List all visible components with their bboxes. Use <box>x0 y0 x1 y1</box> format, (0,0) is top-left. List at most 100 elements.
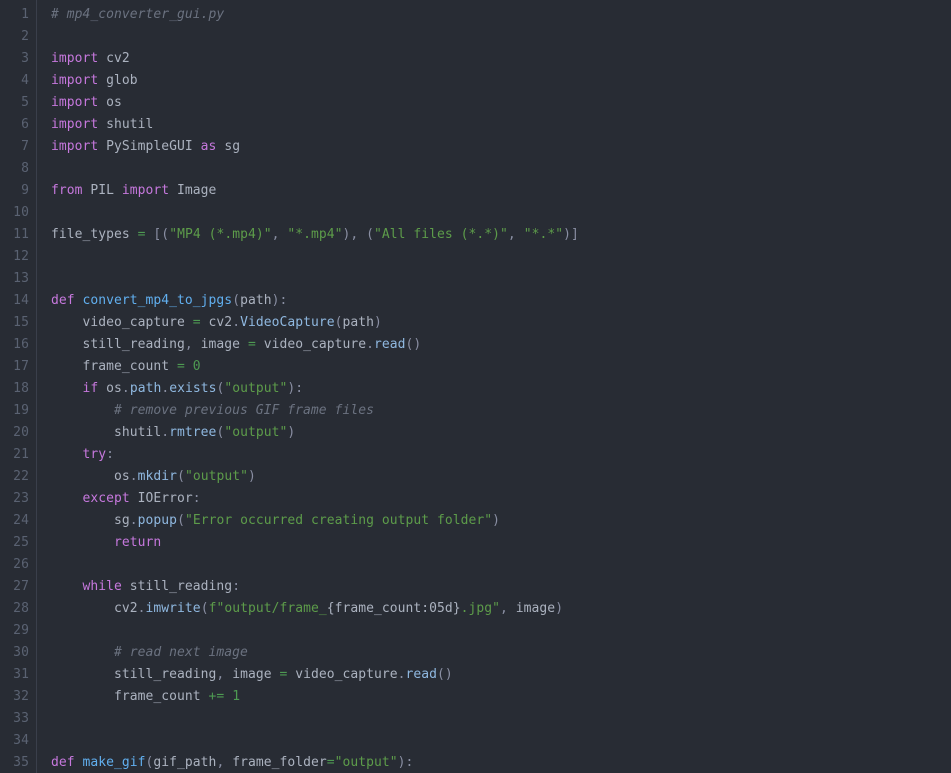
token-pun: . <box>397 667 406 682</box>
code-line[interactable] <box>51 620 951 642</box>
token-pun: ) <box>492 513 501 528</box>
token-id <box>51 381 83 396</box>
token-pun: : <box>232 579 241 594</box>
code-line[interactable]: def convert_mp4_to_jpgs(path): <box>51 290 951 312</box>
line-number: 19 <box>13 403 29 418</box>
code-line[interactable]: try: <box>51 444 951 466</box>
code-line[interactable]: import shutil <box>51 114 951 136</box>
token-mth: imwrite <box>145 601 201 616</box>
line-number: 23 <box>13 491 29 506</box>
code-line[interactable]: # remove previous GIF frame files <box>51 400 951 422</box>
line-number-gutter: 1 2 3 4 5 6 7 8 9 10 11 12 13 14 15 16 17 18 19 20 21 22 23 24 2… <box>0 0 37 773</box>
token-id <box>51 491 83 506</box>
token-id: still_reading <box>51 337 185 352</box>
code-editor[interactable]: 1 2 3 4 5 6 7 8 9 10 11 12 13 14 15 16 17 18 19 20 21 22 23 24 2… <box>0 0 951 773</box>
line-number: 26 <box>13 557 29 572</box>
token-id: shutil <box>98 117 154 132</box>
token-op: = <box>137 227 146 242</box>
code-line[interactable]: shutil.rmtree("output") <box>51 422 951 444</box>
line-number: 5 <box>21 95 29 110</box>
code-line[interactable]: import cv2 <box>51 48 951 70</box>
code-line[interactable] <box>51 730 951 752</box>
token-cmt: # remove previous GIF frame files <box>114 403 374 418</box>
code-line[interactable]: frame_count += 1 <box>51 686 951 708</box>
code-line[interactable]: file_types = [("MP4 (*.mp4)", "*.mp4"), … <box>51 224 951 246</box>
token-id: cv2 <box>51 601 138 616</box>
token-pun: ) <box>247 469 256 484</box>
code-line[interactable]: still_reading, image = video_capture.rea… <box>51 334 951 356</box>
line-number: 20 <box>13 425 29 440</box>
code-line[interactable]: sg.popup("Error occurred creating output… <box>51 510 951 532</box>
token-pun: , <box>184 337 201 352</box>
code-line[interactable] <box>51 268 951 290</box>
token-op: += <box>208 689 225 704</box>
code-line[interactable] <box>51 26 951 48</box>
token-str: "output" <box>224 381 288 396</box>
token-id: still_reading <box>51 667 217 682</box>
line-number: 33 <box>13 711 29 726</box>
line-number: 7 <box>21 139 29 154</box>
token-id <box>51 579 83 594</box>
code-line[interactable] <box>51 158 951 180</box>
token-op: = <box>326 755 335 770</box>
token-str: "All files (*.*)" <box>374 227 508 242</box>
line-number: 1 <box>21 7 29 22</box>
line-number: 28 <box>13 601 29 616</box>
code-line[interactable]: return <box>51 532 951 554</box>
code-line[interactable] <box>51 246 951 268</box>
code-line[interactable]: if os.path.exists("output"): <box>51 378 951 400</box>
token-id: image <box>200 337 248 352</box>
code-line[interactable]: still_reading, image = video_capture.rea… <box>51 664 951 686</box>
code-line[interactable]: from PIL import Image <box>51 180 951 202</box>
code-line[interactable] <box>51 708 951 730</box>
token-pun: ): <box>287 381 304 396</box>
line-number: 11 <box>13 227 29 242</box>
token-str: "MP4 (*.mp4)" <box>169 227 272 242</box>
token-id <box>51 403 114 418</box>
token-pun: . <box>137 601 146 616</box>
token-num: 0 <box>184 359 201 374</box>
code-line[interactable]: def make_gif(gif_path, frame_folder="out… <box>51 752 951 773</box>
line-number: 24 <box>13 513 29 528</box>
token-pun: ) <box>287 425 296 440</box>
token-pun: . <box>366 337 374 352</box>
code-line[interactable]: import glob <box>51 70 951 92</box>
code-line[interactable]: import PySimpleGUI as sg <box>51 136 951 158</box>
line-number: 9 <box>21 183 29 198</box>
token-id: glob <box>98 73 138 88</box>
token-mth: path <box>129 381 162 396</box>
code-line[interactable]: frame_count = 0 <box>51 356 951 378</box>
token-cmt: # read next image <box>114 645 248 660</box>
token-pun: , <box>271 227 288 242</box>
code-line[interactable]: # mp4_converter_gui.py <box>51 4 951 26</box>
code-content-area[interactable]: # mp4_converter_gui.py import cv2 import … <box>37 0 951 773</box>
token-id <box>51 645 114 660</box>
code-line[interactable]: cv2.imwrite(f"output/frame_{frame_count:… <box>51 598 951 620</box>
code-line[interactable] <box>51 554 951 576</box>
code-line[interactable]: while still_reading: <box>51 576 951 598</box>
token-op: = <box>177 359 185 374</box>
token-id: frame_count <box>51 359 178 374</box>
code-line[interactable] <box>51 202 951 224</box>
token-pun: ( <box>232 293 241 308</box>
code-line[interactable]: video_capture = cv2.VideoCapture(path) <box>51 312 951 334</box>
line-number: 13 <box>13 271 29 286</box>
token-id: os <box>51 469 130 484</box>
code-line[interactable]: import os <box>51 92 951 114</box>
token-str: "*.*" <box>523 227 564 242</box>
code-line[interactable]: except IOError: <box>51 488 951 510</box>
token-id: sg <box>216 139 241 154</box>
line-number: 31 <box>13 667 29 682</box>
line-number: 14 <box>13 293 29 308</box>
token-num: 1 <box>224 689 241 704</box>
token-id: image <box>515 601 556 616</box>
token-pun: . <box>129 513 138 528</box>
line-number: 3 <box>21 51 29 66</box>
code-line[interactable]: # read next image <box>51 642 951 664</box>
token-pun: , <box>216 755 233 770</box>
token-kw: import <box>51 139 99 154</box>
code-line[interactable]: os.mkdir("output") <box>51 466 951 488</box>
token-pun: ), ( <box>342 227 375 242</box>
token-id: cv2 <box>98 51 130 66</box>
token-cmt: # mp4_converter_gui.py <box>51 7 225 22</box>
